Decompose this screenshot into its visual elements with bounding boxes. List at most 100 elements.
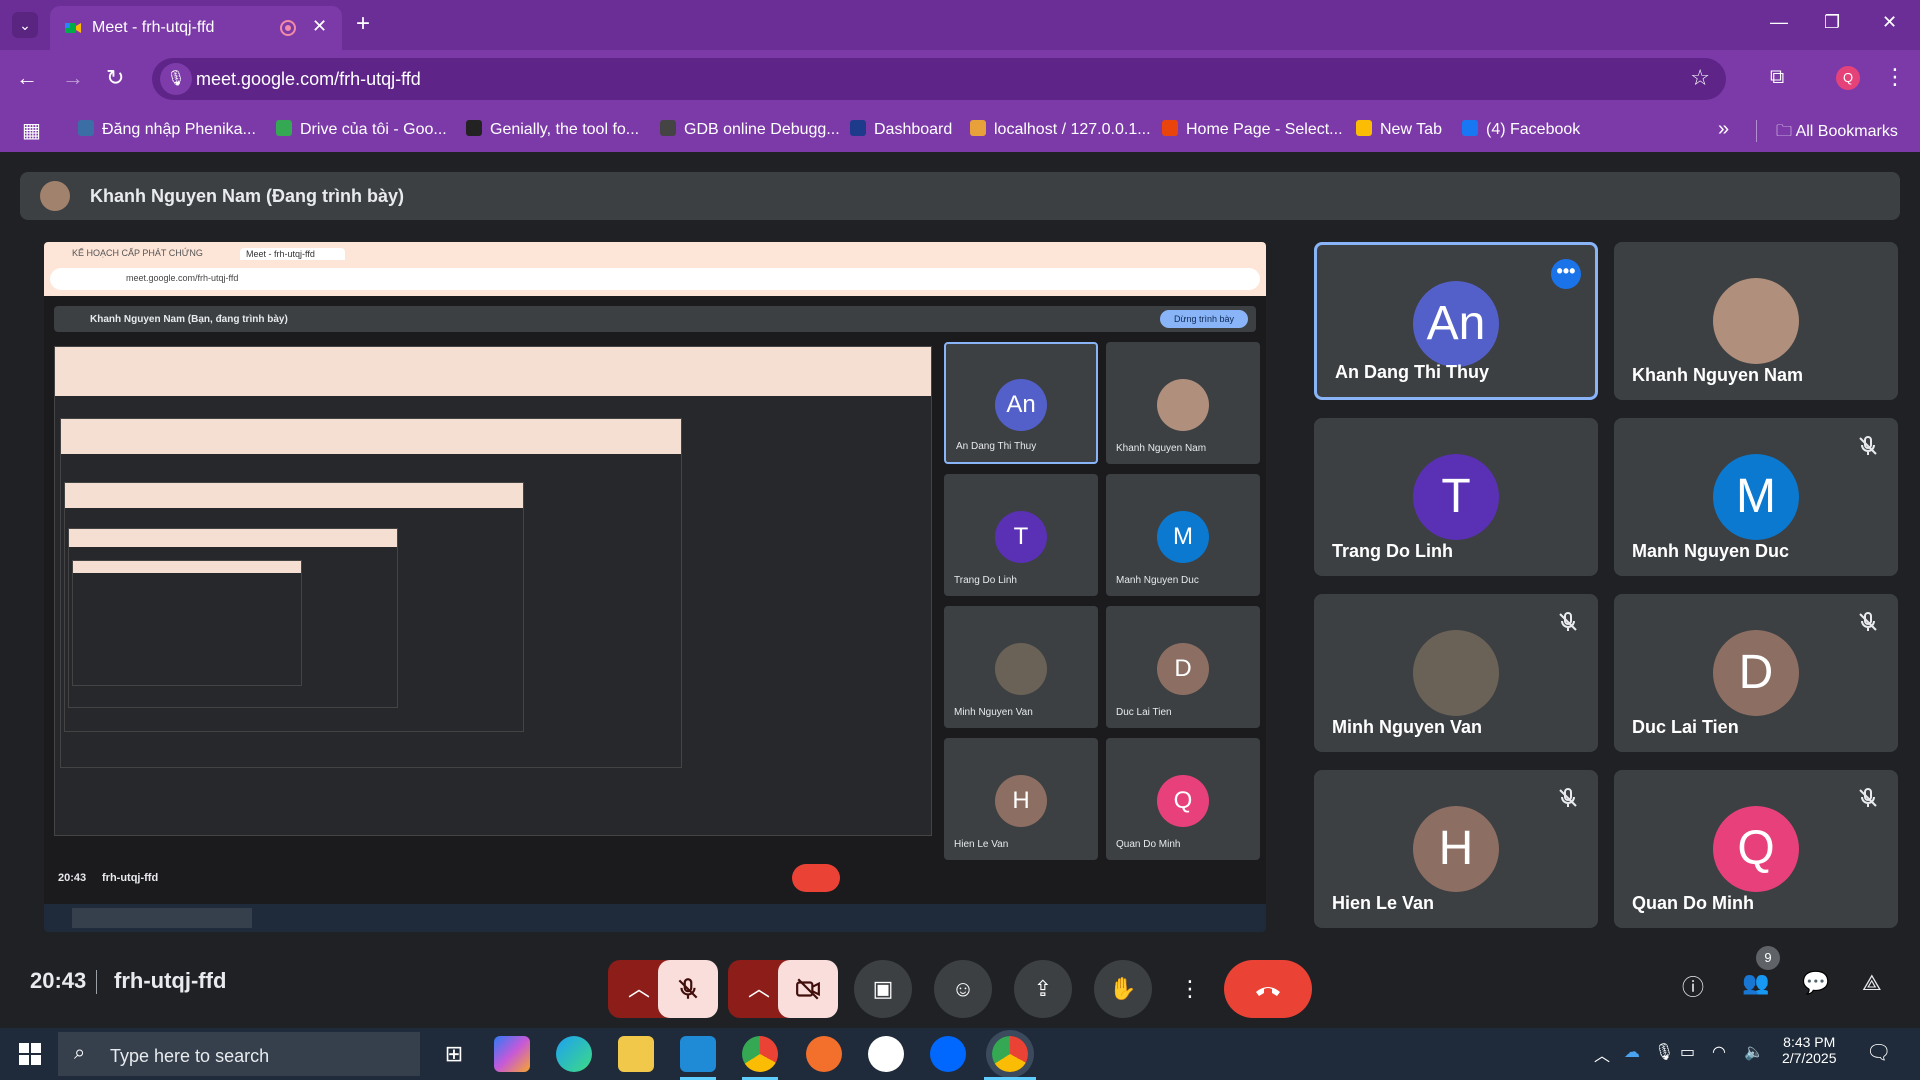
presenter-label: Khanh Nguyen Nam (Đang trình bày) [90, 186, 405, 206]
leave-call-button[interactable] [1224, 960, 1312, 1018]
extensions-icon[interactable]: ⧉ [1770, 66, 1784, 89]
shared-participant-avatar [1157, 378, 1209, 431]
taskbar-search-placeholder: Type here to search [110, 1046, 270, 1066]
participant-photo [1713, 278, 1799, 364]
bookmark-item[interactable]: Genially, the tool fo... [466, 120, 639, 139]
more-options-button[interactable]: ⋮ [1164, 960, 1216, 1018]
all-bookmarks-button[interactable]: 🗀 All Bookmarks [1776, 120, 1898, 147]
participant-tile[interactable]: D Duc Lai Tien [1614, 594, 1898, 752]
postman-icon[interactable] [806, 1036, 842, 1072]
window-close-icon[interactable]: ✕ [1882, 12, 1897, 33]
present-button[interactable]: ⇪ [1014, 960, 1072, 1018]
shared-participant-avatar: D [1157, 642, 1209, 695]
shared-participant-name: Quan Do Minh [1116, 839, 1181, 850]
bookmark-favicon-icon [78, 120, 94, 136]
activities-icon[interactable]: ⟁ [1862, 970, 1882, 996]
shared-participant-tile: Q Quan Do Minh [1106, 738, 1260, 860]
windows-start-icon[interactable] [18, 1042, 42, 1066]
participant-tile[interactable]: Minh Nguyen Van [1314, 594, 1598, 752]
bookmark-item[interactable]: Drive của tôi - Goo... [276, 120, 447, 139]
profile-avatar[interactable]: Q [1836, 66, 1860, 90]
meeting-info-icon[interactable]: ⓘ [1682, 970, 1704, 1002]
participant-tile[interactable]: M Manh Nguyen Duc [1614, 418, 1898, 576]
reactions-button[interactable]: ☺ [934, 960, 992, 1018]
minimize-icon[interactable]: — [1770, 12, 1788, 33]
bookmark-item[interactable]: Dashboard [850, 120, 952, 139]
restore-icon[interactable]: ❐ [1824, 12, 1840, 33]
bookmark-label: (4) Facebook [1486, 121, 1581, 138]
mic-off-icon [1556, 786, 1580, 810]
site-info-icon[interactable]: 🎙 [160, 63, 192, 95]
tray-chevron-icon[interactable]: ︿ [1594, 1042, 1610, 1066]
presenter-banner: Khanh Nguyen Nam (Đang trình bày) [20, 172, 1900, 220]
clock-divider [96, 970, 97, 994]
chat-icon[interactable]: 💬 [1802, 970, 1829, 996]
bookmark-favicon-icon [1162, 120, 1178, 136]
shared-participant-name: Trang Do Linh [954, 575, 1017, 586]
forward-icon[interactable]: → [62, 65, 84, 91]
tab-search-button[interactable]: ⌄ [12, 12, 38, 38]
shared-participant-name: Khanh Nguyen Nam [1116, 443, 1207, 454]
shared-leave-call-button [792, 864, 840, 892]
bookmark-item[interactable]: Đăng nhập Phenika... [78, 120, 256, 139]
bookmark-item[interactable]: GDB online Debugg... [660, 120, 840, 139]
tab-close-icon[interactable]: ✕ [312, 16, 327, 37]
shared-taskbar [44, 904, 1266, 932]
tray-mic-icon[interactable]: 🎙 [1654, 1042, 1674, 1062]
people-icon[interactable]: 👥 [1742, 970, 1769, 996]
participant-avatar: D [1713, 630, 1799, 716]
bookmark-label: New Tab [1380, 121, 1442, 138]
meeting-clock: 20:43 [30, 968, 87, 993]
task-view-icon[interactable]: ⊞ [436, 1036, 472, 1072]
participant-tile[interactable]: Q Quan Do Minh [1614, 770, 1898, 928]
participant-avatar: Q [1713, 806, 1799, 892]
participant-tile[interactable]: H Hien Le Van [1314, 770, 1598, 928]
wifi-icon[interactable]: ◠ [1712, 1042, 1726, 1062]
apps-grid-icon[interactable]: ▦ [22, 118, 41, 143]
participant-tile[interactable]: An An Dang Thi Thuy ••• [1314, 242, 1598, 400]
browser-menu-icon[interactable]: ⋮ [1884, 64, 1906, 90]
tile-more-options-icon[interactable]: ••• [1551, 259, 1581, 289]
url-text[interactable]: meet.google.com/frh-utqj-ffd [196, 69, 421, 90]
tab-title: Meet - frh-utqj-ffd [92, 19, 215, 36]
copilot-icon[interactable] [494, 1036, 530, 1072]
volume-icon[interactable]: 🔈 [1744, 1042, 1764, 1062]
captions-button[interactable]: ▣ [854, 960, 912, 1018]
camera-toggle-button[interactable] [778, 960, 838, 1018]
bookmark-item[interactable]: (4) Facebook [1462, 120, 1580, 139]
shared-participant-avatar: An [995, 379, 1047, 432]
participant-tile[interactable]: Khanh Nguyen Nam [1614, 242, 1898, 400]
onedrive-icon[interactable]: ☁ [1624, 1042, 1640, 1062]
bookmark-label: Đăng nhập Phenika... [102, 121, 256, 138]
bookmarks-overflow-icon[interactable]: » [1718, 118, 1729, 141]
mic-toggle-button[interactable] [658, 960, 718, 1018]
raise-hand-button[interactable]: ✋ [1094, 960, 1152, 1018]
edge-icon[interactable] [556, 1036, 592, 1072]
more-vert-icon: ⋮ [1179, 976, 1201, 1001]
notifications-icon[interactable]: 🗨 [1866, 1040, 1891, 1065]
shared-omnibox: meet.google.com/frh-utqj-ffd [50, 268, 1260, 290]
taskbar-search[interactable]: ⌕ Type here to search [58, 1032, 420, 1076]
mongodb-icon[interactable] [868, 1036, 904, 1072]
bookmark-item[interactable]: New Tab [1356, 120, 1442, 139]
browser-tab-meet[interactable]: Meet - frh-utqj-ffd ✕ [50, 6, 342, 50]
chrome-profile-icon[interactable] [992, 1036, 1028, 1072]
new-tab-button[interactable]: + [356, 10, 370, 38]
omnibox[interactable]: 🎙 meet.google.com/frh-utqj-ffd ☆ [152, 58, 1726, 100]
bookmark-favicon-icon [1356, 120, 1372, 136]
shared-screen[interactable]: KẾ HOẠCH CẤP PHÁT CHỨNG Meet - frh-utqj-… [44, 242, 1266, 932]
taskbar-clock[interactable]: 8:43 PM 2/7/2025 [1782, 1034, 1837, 1066]
participant-tile[interactable]: T Trang Do Linh [1314, 418, 1598, 576]
bookmark-item[interactable]: Home Page - Select... [1162, 120, 1343, 139]
bookmark-item[interactable]: localhost / 127.0.0.1... [970, 120, 1151, 139]
reload-icon[interactable]: ↻ [106, 65, 124, 91]
zalo-icon[interactable] [930, 1036, 966, 1072]
vscode-icon[interactable] [680, 1036, 716, 1072]
bookmark-label: Home Page - Select... [1186, 121, 1343, 138]
file-explorer-icon[interactable] [618, 1036, 654, 1072]
bookmark-favicon-icon [276, 120, 292, 136]
back-icon[interactable]: ← [16, 65, 38, 91]
battery-icon[interactable]: ▭ [1680, 1042, 1695, 1062]
bookmark-star-icon[interactable]: ☆ [1690, 65, 1710, 91]
chrome-icon[interactable] [742, 1036, 778, 1072]
